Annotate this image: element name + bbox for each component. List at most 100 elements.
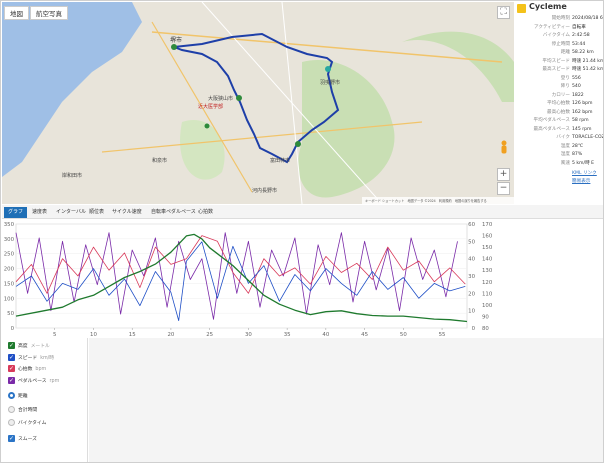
plot-area (15, 223, 468, 329)
place-label: 河内長野市 (252, 187, 277, 194)
info-row: カロリー 1822 (514, 92, 603, 100)
info-row: 平均心拍数 126 bpm (514, 100, 603, 108)
info-row: 平均スピード 時速 21.44 km (514, 58, 604, 66)
info-row: 停止時間 53:44 (514, 41, 603, 49)
checkbox-icon[interactable]: ✓ (8, 434, 15, 442)
info-value: 145 rpm (572, 126, 592, 132)
axis-mode-label: バイクタイム (18, 421, 47, 426)
series-toggle[interactable]: ✓ ペダルペース rpm (8, 376, 60, 387)
poi-marker[interactable] (325, 66, 331, 72)
start-marker[interactable] (171, 44, 177, 50)
axis-tick-label: 20 (468, 291, 475, 297)
info-value: 2024/08/18 6: (572, 16, 604, 21)
smooth-toggle[interactable]: ✓ スムーズ (8, 434, 37, 445)
info-key: 温度 (560, 143, 570, 149)
cyclemeter-logo-icon (517, 4, 526, 13)
axis-tick-label: 140 (482, 257, 493, 263)
axis-tick-label: 150 (482, 245, 493, 251)
info-value: 時速 21.44 km (572, 58, 604, 64)
axis-tick-label: 100 (482, 303, 493, 309)
axis-tick-label: 0 (11, 326, 15, 332)
axis-mode-option[interactable]: バイクタイム (8, 419, 46, 429)
checkbox-icon[interactable]: ✓ (8, 376, 15, 384)
info-value: 556 (572, 75, 581, 81)
axis-tick-label: 90 (482, 314, 489, 320)
axis-tick-label: 30 (468, 274, 475, 280)
checkbox-icon[interactable]: ✓ (8, 365, 15, 372)
radio-icon[interactable] (8, 405, 15, 413)
info-key: 停止時間 (551, 41, 570, 47)
axis-tick-label: 250 (4, 252, 15, 258)
info-value: TORACLE-COZ (572, 135, 604, 140)
lap-marker[interactable] (204, 123, 210, 129)
info-row: アクティビティー 自転車 (514, 24, 603, 32)
series-toggle[interactable]: ✓ 心拍数 bpm (8, 365, 46, 375)
axis-tick-label: 50 (468, 239, 475, 245)
info-key: 開始時刻 (551, 16, 570, 21)
info-value: 126 bpm (572, 101, 593, 106)
zoom-out-button[interactable]: − (497, 182, 510, 195)
kml-link[interactable]: KML リンク (514, 170, 603, 178)
axis-tick-label: 350 (4, 222, 15, 228)
axis-tick-label: 170 (482, 222, 493, 228)
info-value: 自転車 (572, 24, 586, 30)
series-label: 心拍数 (18, 367, 33, 372)
tab-5[interactable]: 自転車ペダルペース (147, 207, 200, 218)
route-map[interactable]: 堺市 羽曳野市 大阪狭山市 近大医学部 富田林市 河内長野市 和泉市 岸和田市 … (2, 2, 514, 204)
map-type-map-button[interactable]: 地図 (4, 6, 29, 20)
series-label: ペダルペース (18, 378, 47, 384)
series-label: 高度 (18, 344, 28, 349)
map-type-satellite-button[interactable]: 航空写真 (30, 6, 68, 20)
lap-marker[interactable] (295, 141, 301, 147)
checkbox-icon[interactable]: ✓ (8, 353, 15, 361)
tab-1[interactable]: 速度表 (28, 207, 51, 218)
axis-mode-option[interactable]: 距離 (8, 392, 28, 402)
axis-tick-label: 10 (468, 309, 475, 315)
checkbox-icon[interactable]: ✓ (8, 342, 15, 349)
axis-tick-label: 150 (4, 281, 15, 287)
street-view-pegman-icon[interactable] (497, 140, 510, 154)
fullscreen-button[interactable]: ⛶ (497, 6, 510, 19)
map-canvas[interactable]: 堺市 羽曳野市 大阪狭山市 近大医学部 富田林市 河内長野市 和泉市 岸和田市 … (2, 2, 514, 204)
radio-icon[interactable] (8, 392, 15, 399)
axis-mode-option[interactable]: 合計時間 (8, 405, 37, 416)
simple-view-link[interactable]: 簡易表示 (514, 178, 603, 186)
info-key: 最高ペダルペース (533, 126, 570, 132)
info-title: Cycleme (529, 2, 567, 11)
info-row: 最高ペダルペース 145 rpm (514, 126, 603, 134)
axis-tick-label: 60 (468, 222, 475, 228)
place-label: 岸和田市 (62, 172, 82, 179)
place-label: 和泉市 (152, 157, 167, 164)
info-row: 風速 5 km/時 E (514, 160, 603, 168)
tab-6[interactable]: 心拍数 (194, 207, 217, 218)
info-key: 最高スピード (542, 67, 570, 72)
chart-controls-panel: ✓ 高度 メートル ✓ スピード km/時 ✓ 心拍数 bpm ✓ ペダルペース rpm 距離 合計時間バ… (2, 338, 88, 462)
map-footer: キーボード ショートカット 地図データ ©2024 利用規約 地図の誤りを報告す… (365, 198, 487, 203)
series-toggle[interactable]: ✓ スピード km/時 (8, 353, 54, 364)
axis-tick-label: 100 (4, 296, 15, 302)
tab-0[interactable]: グラフ (4, 207, 28, 218)
tab-4[interactable]: サイクル速度 (108, 207, 146, 218)
tab-3[interactable]: 順位表 (85, 207, 108, 218)
series-label: スピード (18, 355, 38, 361)
info-value: 5 km/時 E (572, 160, 595, 166)
axis-tick-label: 110 (482, 291, 493, 297)
place-label: 羽曳野市 (320, 79, 340, 86)
zoom-in-button[interactable]: + (497, 168, 510, 181)
series-unit: rpm (49, 378, 60, 384)
info-key: バイク (556, 135, 570, 140)
axis-tick-label: 40 (468, 257, 475, 263)
info-value: 162 bpm (572, 109, 593, 115)
radio-icon[interactable] (8, 419, 15, 426)
activity-chart[interactable]: 0 50 100 150 200 250 300 350 0 10 20 30 40 50 60 80 90 10… (2, 220, 604, 338)
series-unit: メートル (30, 344, 50, 349)
lap-marker[interactable] (236, 95, 242, 101)
series-toggle[interactable]: ✓ 高度 メートル (8, 342, 50, 352)
activity-info-panel: Cycleme 開始時刻 2024/08/18 6: アクティビティー 自転車 バイクタ… (514, 2, 604, 204)
info-row: 平均ペダルペース 58 rpm (514, 117, 603, 125)
info-value: 58 rpm (572, 118, 589, 123)
chart-tabs: グラフ 速度表 インターバル 順位表 サイクル速度 自転車ペダルペース 心拍数 (2, 205, 603, 219)
empty-area (89, 338, 603, 462)
info-value: 2:42:58 (572, 33, 590, 38)
info-row: 最高心拍数 162 bpm (514, 109, 603, 117)
